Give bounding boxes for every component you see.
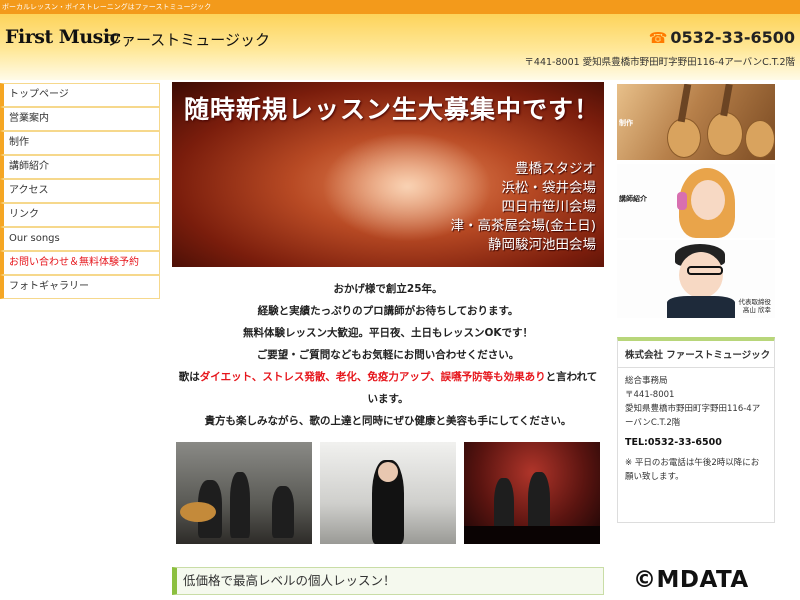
nav-item-production[interactable]: 制作	[0, 131, 160, 155]
tagline: ボーカルレッスン・ボイストレーニングはファーストミュージック	[2, 3, 212, 11]
company-info: 株式会社 ファーストミュージック 総合事務局 〒441-8001 愛知県豊橋市野…	[617, 337, 775, 523]
nav-item-business[interactable]: 営業案内	[0, 107, 160, 131]
intro-line: 無料体験レッスン大歓迎。平日夜、土日もレッスンOKです！	[242, 327, 534, 339]
nav-item-our-songs[interactable]: Our songs	[0, 227, 160, 251]
intro-line: 経験と実績たっぷりのプロ講師がお待ちしております。	[257, 305, 519, 317]
sidebar-instructors-label: 講師紹介	[619, 195, 647, 203]
hero-banner: 随時新規レッスン生大募集中です！ 豊橋スタジオ 浜松・袋井会場 四日市笹川会場 …	[172, 82, 604, 267]
header: First Music ファーストミュージック ☎ 0532-33-6500 〒…	[0, 14, 800, 80]
company-tel[interactable]: TEL:0532-33-6500	[625, 436, 767, 450]
hero-location: 豊橋スタジオ	[515, 161, 596, 177]
hero-location: 四日市笹川会場	[501, 199, 597, 215]
header-address: 〒441-8001 愛知県豊橋市野田町字野田116-4アーバンC.T.2階	[524, 57, 795, 68]
feature-heading: 低価格で最高レベルの個人レッスン！	[172, 567, 604, 595]
company-address: 愛知県豊橋市野田町字野田116-4アーバンC.T.2階	[625, 404, 761, 428]
feature-heading-text: 低価格で最高レベルの個人レッスン！	[183, 573, 396, 588]
nav-item-links[interactable]: リンク	[0, 203, 160, 227]
company-office: 総合事務局	[625, 376, 668, 386]
intro-text: おかげ様で創立25年。 経験と実績たっぷりのプロ講師がお待ちしております。 無料…	[172, 278, 604, 432]
director-caption: 代表取締役 高山 欣幸	[738, 298, 772, 314]
header-phone[interactable]: ☎ 0532-33-6500	[649, 28, 795, 47]
intro-line: 歌はダイエット、ストレス発散、老化、免疫力アップ、誤嚥予防等も効果ありと言われて	[178, 371, 598, 383]
intro-line: います。	[367, 393, 409, 405]
company-postal: 〒441-8001	[625, 390, 675, 400]
intro-line: おかげ様で創立25年。	[333, 283, 443, 295]
hero-location: 浜松・袋井会場	[501, 180, 597, 196]
gallery-photo-2[interactable]	[320, 442, 456, 544]
hero-locations: 豊橋スタジオ 浜松・袋井会場 四日市笹川会場 津・高茶屋会場(金土日) 静岡駿河…	[450, 160, 596, 255]
nav-item-access[interactable]: アクセス	[0, 179, 160, 203]
company-name: 株式会社 ファーストミュージック	[618, 341, 774, 368]
nav-item-top[interactable]: トップページ	[0, 83, 160, 107]
intro-line: 貴方も楽しみながら、歌の上達と同時にぜひ健康と美容も手にしてください。	[204, 415, 572, 427]
nav-item-instructors[interactable]: 講師紹介	[0, 155, 160, 179]
sidebar-production-banner[interactable]: 制作	[617, 84, 775, 160]
hero-title: 随時新規レッスン生大募集中です！	[184, 95, 601, 124]
hero-location: 津・高茶屋会場(金土日)	[450, 218, 596, 234]
hero-location: 静岡駿河池田会場	[488, 237, 596, 253]
phone-icon: ☎	[648, 28, 668, 47]
glasses-icon	[687, 266, 723, 275]
sidebar-production-label: 制作	[619, 119, 633, 127]
nav-item-gallery[interactable]: フォトギャラリー	[0, 275, 160, 299]
top-bar: ボーカルレッスン・ボイストレーニングはファーストミュージック	[0, 0, 800, 14]
sidebar-director-banner[interactable]: 代表取締役 高山 欣幸	[617, 240, 775, 318]
site-logo-ja[interactable]: ファーストミュージック	[106, 29, 270, 50]
site-logo[interactable]: First Music	[5, 26, 121, 48]
phone-number: 0532-33-6500	[670, 28, 795, 47]
side-nav: トップページ 営業案内 制作 講師紹介 アクセス リンク Our songs お…	[0, 83, 160, 299]
company-note: ※ 平日のお電話は午後2時以降にお願い致します。	[625, 458, 760, 482]
watermark: ©MDATA	[633, 567, 749, 593]
intro-highlight: ダイエット、ストレス発散、老化、免疫力アップ、誤嚥予防等も効果あり	[199, 371, 546, 383]
nav-item-contact[interactable]: お問い合わせ＆無料体験予約	[0, 251, 160, 275]
intro-line: ご要望・ご質問などもお気軽にお問い合わせください。	[256, 349, 520, 361]
gallery-photo-3[interactable]	[464, 442, 600, 544]
sidebar-instructors-banner[interactable]: 講師紹介	[617, 164, 775, 238]
gallery-photo-1[interactable]	[176, 442, 312, 544]
